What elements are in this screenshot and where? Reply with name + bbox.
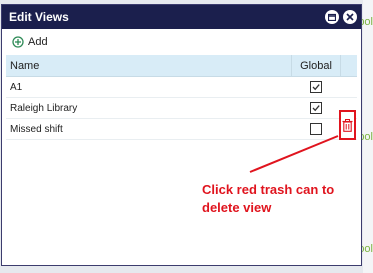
annotation-text: Click red trash can to delete view xyxy=(202,182,335,215)
annotation-arrow xyxy=(249,135,339,173)
